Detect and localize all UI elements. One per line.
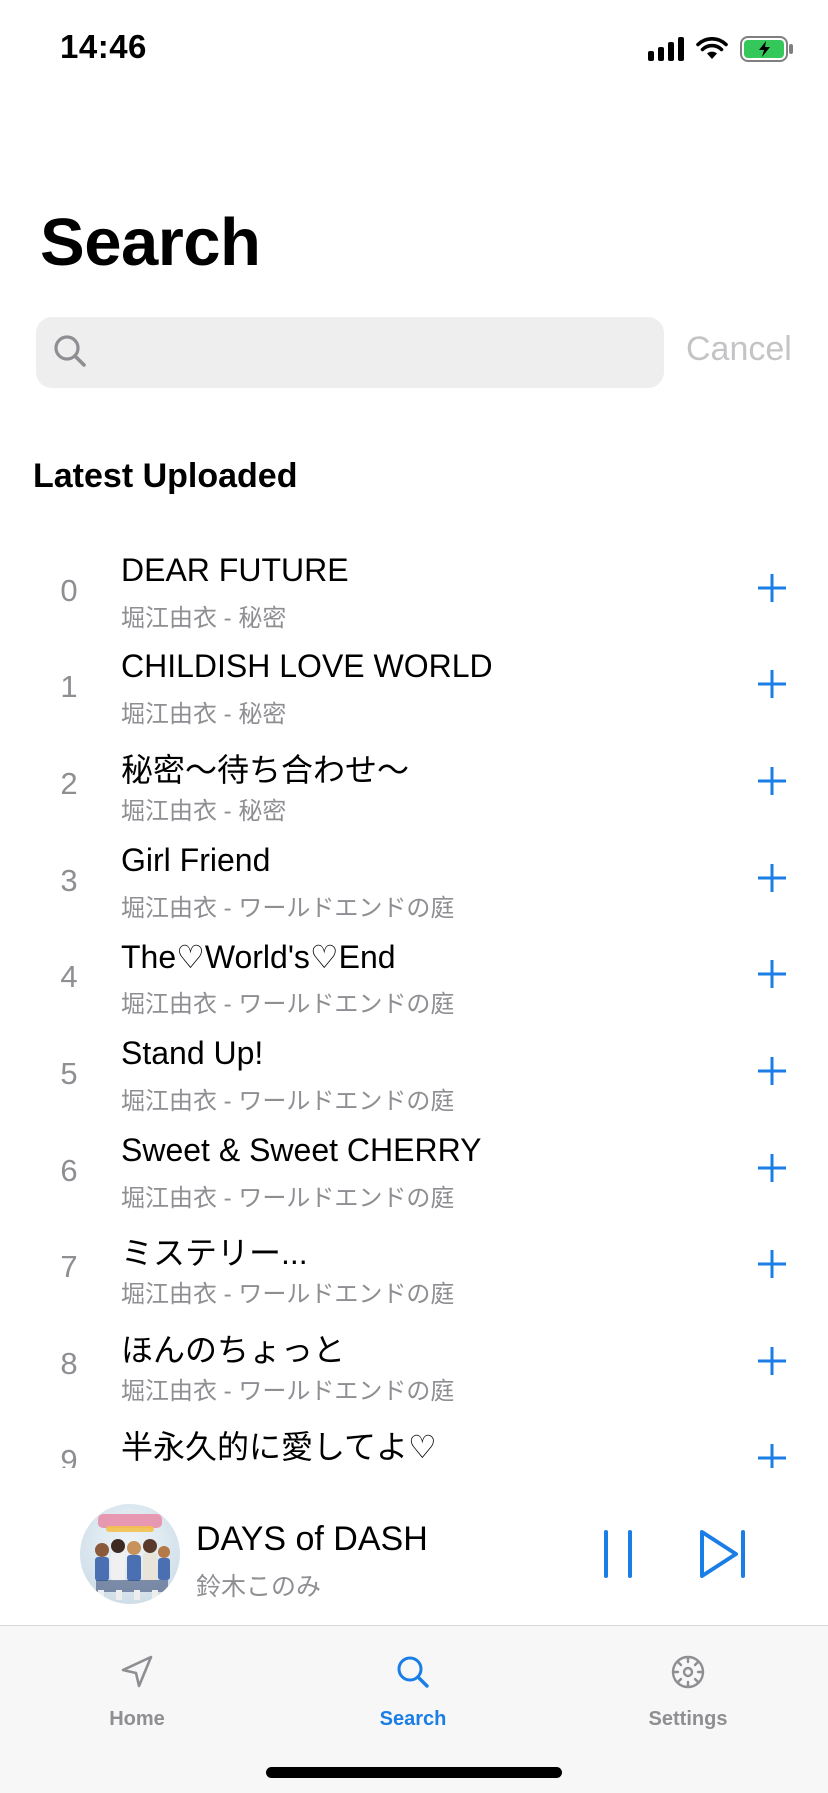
add-icon[interactable] — [752, 1051, 792, 1091]
tab-search-label: Search — [379, 1708, 447, 1730]
skip-forward-icon[interactable] — [698, 1526, 748, 1582]
add-icon[interactable] — [752, 568, 792, 608]
tab-settings-label: Settings — [648, 1708, 728, 1730]
track-title: The♡World's♡End — [121, 939, 396, 975]
track-title: Sweet & Sweet CHERRY — [121, 1132, 482, 1168]
track-index: 8 — [60, 1346, 78, 1381]
track-index: 3 — [60, 863, 78, 898]
search-bar[interactable] — [36, 317, 664, 390]
list-item[interactable]: 5 Stand Up! 堀江由衣 - ワールドエンドの庭 — [0, 1023, 828, 1120]
track-title: 秘密～待ち合わせ～ — [121, 752, 410, 788]
add-icon[interactable] — [752, 954, 792, 994]
gear-icon — [671, 1655, 705, 1689]
track-index: 5 — [60, 1056, 78, 1091]
track-index: 9 — [60, 1443, 78, 1468]
add-icon[interactable] — [752, 1148, 792, 1188]
add-icon[interactable] — [752, 858, 792, 898]
track-list[interactable]: 0 DEAR FUTURE 堀江由衣 - 秘密 1 CHILDISH LOVE … — [0, 540, 828, 1468]
list-item[interactable]: 4 The♡World's♡End 堀江由衣 - ワールドエンドの庭 — [0, 926, 828, 1023]
track-index: 0 — [60, 573, 78, 608]
tab-settings[interactable]: Settings — [588, 1626, 788, 1736]
track-subtitle: 堀江由衣 - ワールドエンドの庭 — [121, 1088, 455, 1115]
list-item[interactable]: 7 ミステリー... 堀江由衣 - ワールドエンドの庭 — [0, 1216, 828, 1313]
list-item[interactable]: 9 半永久的に愛してよ♡ — [0, 1410, 828, 1468]
home-indicator — [266, 1767, 562, 1778]
add-icon[interactable] — [752, 1438, 792, 1468]
location-arrow-icon — [121, 1655, 153, 1688]
list-item[interactable]: 8 ほんのちょっと 堀江由衣 - ワールドエンドの庭 — [0, 1313, 828, 1410]
add-icon[interactable] — [752, 1341, 792, 1381]
tab-search[interactable]: Search — [313, 1626, 513, 1736]
status-bar: 14:46 — [0, 0, 828, 100]
search-icon — [54, 335, 86, 367]
cancel-button[interactable]: Cancel — [686, 330, 792, 369]
search-input[interactable] — [106, 317, 650, 390]
track-index: 7 — [60, 1249, 78, 1284]
track-subtitle: 堀江由衣 - ワールドエンドの庭 — [121, 1378, 455, 1405]
track-subtitle: 堀江由衣 - 秘密 — [121, 701, 287, 728]
tab-home[interactable]: Home — [37, 1626, 237, 1736]
cellular-signal-icon — [648, 37, 684, 61]
track-subtitle: 堀江由衣 - 秘密 — [121, 605, 287, 632]
list-item[interactable]: 3 Girl Friend 堀江由衣 - ワールドエンドの庭 — [0, 830, 828, 927]
add-icon[interactable] — [752, 664, 792, 704]
track-subtitle: 堀江由衣 - ワールドエンドの庭 — [121, 1185, 455, 1212]
track-title: Stand Up! — [121, 1035, 264, 1071]
track-title: ほんのちょっと — [121, 1332, 346, 1368]
mini-player[interactable]: DAYS of DASH 鈴木このみ — [0, 1490, 828, 1625]
track-title: DEAR FUTURE — [121, 552, 349, 588]
album-art-image — [95, 1514, 170, 1600]
track-index: 2 — [60, 766, 78, 801]
pause-icon[interactable] — [596, 1526, 640, 1582]
add-icon[interactable] — [752, 761, 792, 801]
search-icon — [397, 1656, 429, 1688]
track-title: CHILDISH LOVE WORLD — [121, 648, 493, 684]
track-subtitle: 堀江由衣 - ワールドエンドの庭 — [121, 991, 455, 1018]
track-title: ミステリー... — [121, 1235, 308, 1271]
wifi-icon — [696, 37, 728, 59]
tab-home-label: Home — [109, 1708, 165, 1730]
section-title: Latest Uploaded — [33, 457, 298, 495]
track-index: 1 — [60, 669, 78, 704]
status-time: 14:46 — [60, 28, 147, 65]
list-item[interactable]: 6 Sweet & Sweet CHERRY 堀江由衣 - ワールドエンドの庭 — [0, 1120, 828, 1217]
list-item[interactable]: 1 CHILDISH LOVE WORLD 堀江由衣 - 秘密 — [0, 636, 828, 733]
now-playing-artist: 鈴木このみ — [196, 1573, 322, 1601]
add-icon[interactable] — [752, 1244, 792, 1284]
now-playing-title: DAYS of DASH — [196, 1520, 428, 1558]
battery-charging-icon — [740, 36, 793, 62]
track-index: 6 — [60, 1153, 78, 1188]
status-icons — [648, 34, 794, 64]
page-title: Search — [40, 205, 261, 280]
list-item[interactable]: 2 秘密～待ち合わせ～ 堀江由衣 - 秘密 — [0, 733, 828, 830]
track-title: 半永久的に愛してよ♡ — [121, 1429, 437, 1465]
album-cover[interactable] — [80, 1504, 180, 1604]
track-subtitle: 堀江由衣 - 秘密 — [121, 798, 287, 825]
list-item[interactable]: 0 DEAR FUTURE 堀江由衣 - 秘密 — [0, 540, 828, 637]
track-index: 4 — [60, 959, 78, 994]
track-subtitle: 堀江由衣 - ワールドエンドの庭 — [121, 895, 455, 922]
track-subtitle: 堀江由衣 - ワールドエンドの庭 — [121, 1281, 455, 1308]
track-title: Girl Friend — [121, 842, 271, 878]
